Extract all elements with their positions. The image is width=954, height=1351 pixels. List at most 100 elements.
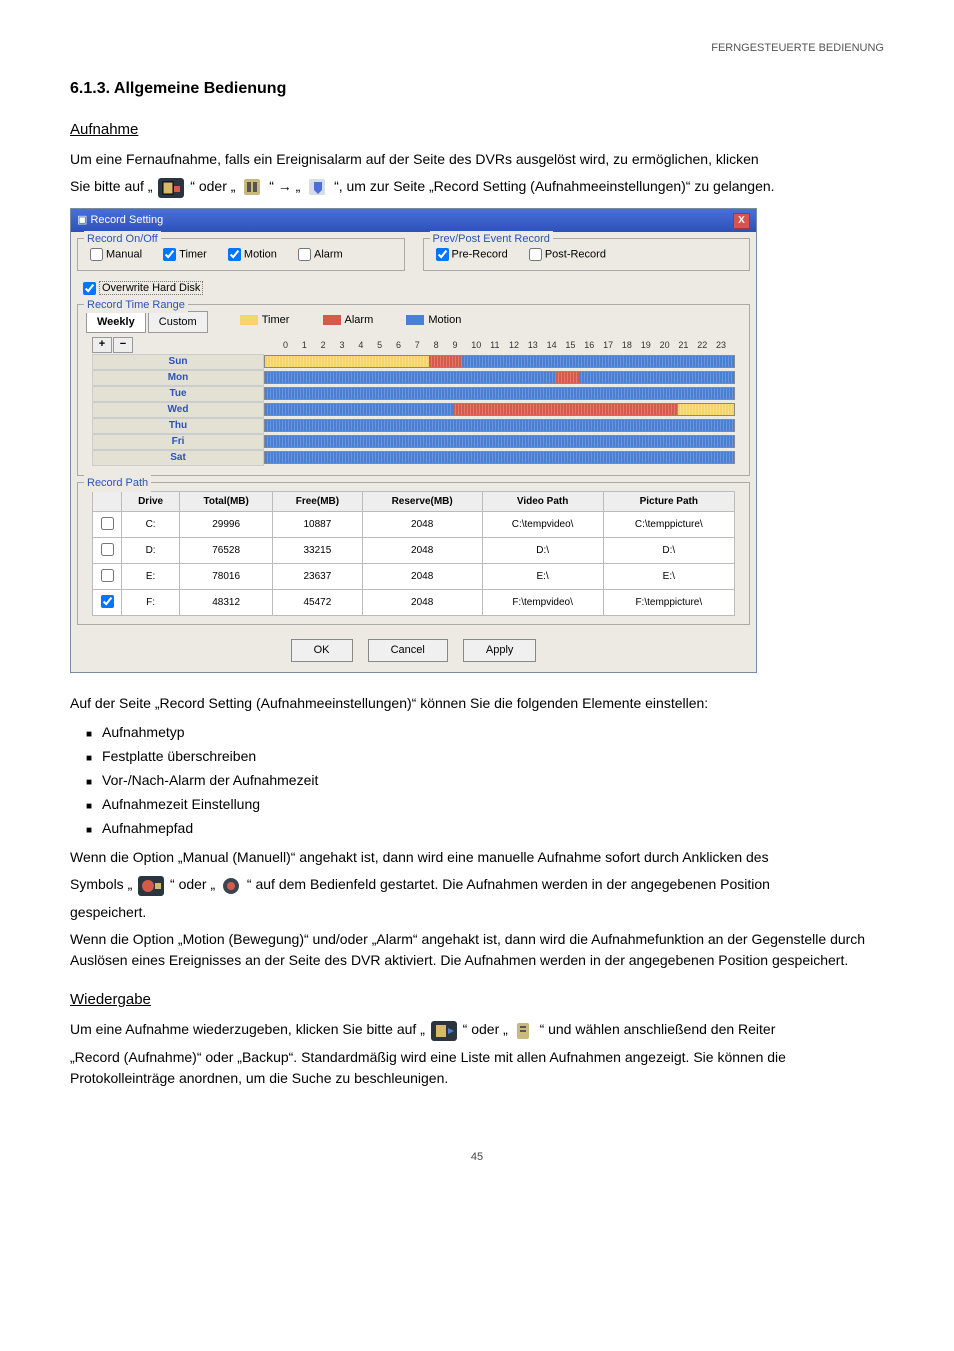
- table-header: Drive: [122, 492, 180, 512]
- label: Post-Record: [545, 248, 606, 260]
- text: “ oder „: [190, 178, 235, 194]
- ok-button[interactable]: OK: [291, 639, 353, 662]
- table-cell: F:\tempvideo\: [482, 590, 603, 616]
- legend-alarm: Alarm: [323, 312, 374, 329]
- record-tool-icon: [306, 176, 328, 198]
- motion-checkbox[interactable]: Motion: [224, 245, 277, 264]
- table-header: Video Path: [482, 492, 603, 512]
- row-checkbox[interactable]: [101, 569, 114, 582]
- record-onoff-fieldset: Record On/Off Manual Timer Motion Alarm: [77, 238, 405, 271]
- table-cell: 78016: [180, 564, 273, 590]
- day-row: Sun: [92, 354, 735, 369]
- table-row[interactable]: E:78016236372048E:\E:\: [93, 564, 735, 590]
- text: Symbols „: [70, 876, 132, 892]
- app-icon: ▣: [77, 214, 87, 226]
- row-checkbox[interactable]: [101, 543, 114, 556]
- apply-button[interactable]: Apply: [463, 639, 537, 662]
- day-row: Mon: [92, 370, 735, 385]
- label: Alarm: [314, 248, 343, 260]
- day-row: Fri: [92, 434, 735, 449]
- hour-scale: 01234567891011121314151617181920212223: [283, 339, 735, 353]
- legend-timer: Timer: [240, 312, 290, 329]
- schedule-minus[interactable]: −: [113, 337, 133, 353]
- dialog-title-text: Record Setting: [90, 214, 163, 226]
- close-icon[interactable]: X: [733, 213, 750, 229]
- fieldset-label: Prev/Post Event Record: [430, 231, 553, 248]
- table-cell: E:\: [482, 564, 603, 590]
- table-row[interactable]: D:76528332152048D:\D:\: [93, 538, 735, 564]
- day-bar[interactable]: [264, 451, 735, 464]
- schedule-grid: + − 012345678910111213141516171819202122…: [92, 337, 735, 465]
- miscellaneous-icon: [158, 177, 184, 198]
- list-item: Vor-/Nach-Alarm der Aufnahmezeit: [86, 770, 884, 791]
- text: “ und wählen anschließend den Reiter: [540, 1021, 776, 1037]
- overwrite-checkbox[interactable]: Overwrite Hard Disk: [79, 279, 203, 298]
- day-label: Mon: [92, 370, 264, 386]
- table-cell: C:\temppicture\: [603, 512, 734, 538]
- subheading-aufnahme: Aufnahme: [70, 119, 884, 142]
- para-3: Wenn die Option „Manual (Manuell)“ angeh…: [70, 847, 884, 868]
- bullet-list: AufnahmetypFestplatte überschreibenVor-/…: [70, 722, 884, 839]
- schedule-plus[interactable]: +: [92, 337, 112, 353]
- playback-dark-icon: [431, 1020, 457, 1041]
- postrecord-checkbox[interactable]: Post-Record: [525, 245, 606, 264]
- manual-checkbox[interactable]: Manual: [86, 245, 142, 264]
- playback-light-icon: [514, 1020, 534, 1041]
- table-cell: C:\tempvideo\: [482, 512, 603, 538]
- list-item: Festplatte überschreiben: [86, 746, 884, 767]
- list-item: Aufnahmezeit Einstellung: [86, 794, 884, 815]
- table-cell: 45472: [273, 590, 363, 616]
- table-cell: 2048: [362, 538, 482, 564]
- list-item: Aufnahmepfad: [86, 818, 884, 839]
- table-cell: 33215: [273, 538, 363, 564]
- table-cell: 23637: [273, 564, 363, 590]
- para-4b: gespeichert.: [70, 902, 884, 923]
- text: Um eine Aufnahme wiederzugeben, klicken …: [70, 1021, 425, 1037]
- text: “ → „: [269, 178, 300, 194]
- timerange-fieldset: Record Time Range Weekly Custom Timer Al…: [77, 304, 750, 477]
- day-bar[interactable]: [264, 355, 735, 368]
- label: Timer: [179, 248, 207, 260]
- table-cell: D:\: [482, 538, 603, 564]
- fieldset-label: Record Path: [84, 475, 151, 492]
- prerecord-checkbox[interactable]: Pre-Record: [432, 245, 508, 264]
- table-header: Picture Path: [603, 492, 734, 512]
- dialog-titlebar: ▣ Record Setting X: [71, 209, 756, 232]
- fieldset-label: Record Time Range: [84, 297, 188, 314]
- record-setting-dialog: ▣ Record Setting X Record On/Off Manual …: [70, 208, 757, 673]
- table-header: Reserve(MB): [362, 492, 482, 512]
- text: “ auf dem Bedienfeld gestartet. Die Aufn…: [247, 876, 770, 892]
- row-checkbox[interactable]: [101, 595, 114, 608]
- day-label: Sat: [92, 450, 264, 466]
- record-dot-icon: [221, 875, 241, 896]
- toolbox-icon: [241, 176, 263, 198]
- day-label: Fri: [92, 434, 264, 450]
- day-bar[interactable]: [264, 403, 735, 416]
- day-label: Tue: [92, 386, 264, 402]
- cancel-button[interactable]: Cancel: [368, 639, 448, 662]
- table-cell: 2048: [362, 564, 482, 590]
- table-cell: 10887: [273, 512, 363, 538]
- table-cell: E:: [122, 564, 180, 590]
- day-bar[interactable]: [264, 387, 735, 400]
- table-row[interactable]: C:29996108872048C:\tempvideo\C:\temppict…: [93, 512, 735, 538]
- day-label: Sun: [92, 354, 264, 370]
- tab-custom[interactable]: Custom: [148, 311, 208, 334]
- label: Motion: [244, 248, 277, 260]
- alarm-checkbox[interactable]: Alarm: [294, 245, 343, 264]
- day-bar[interactable]: [264, 371, 735, 384]
- tab-weekly[interactable]: Weekly: [86, 311, 146, 334]
- day-label: Thu: [92, 418, 264, 434]
- table-cell: D:\: [603, 538, 734, 564]
- table-row[interactable]: F:48312454722048F:\tempvideo\F:\temppict…: [93, 590, 735, 616]
- timer-checkbox[interactable]: Timer: [159, 245, 207, 264]
- page-number: 45: [70, 1149, 884, 1166]
- text: “ oder „: [170, 876, 215, 892]
- table-header: Free(MB): [273, 492, 363, 512]
- row-checkbox[interactable]: [101, 517, 114, 530]
- day-bar[interactable]: [264, 435, 735, 448]
- para-7: „Record (Aufnahme)“ oder „Backup“. Stand…: [70, 1047, 884, 1089]
- table-cell: E:\: [603, 564, 734, 590]
- table-cell: 2048: [362, 512, 482, 538]
- day-bar[interactable]: [264, 419, 735, 432]
